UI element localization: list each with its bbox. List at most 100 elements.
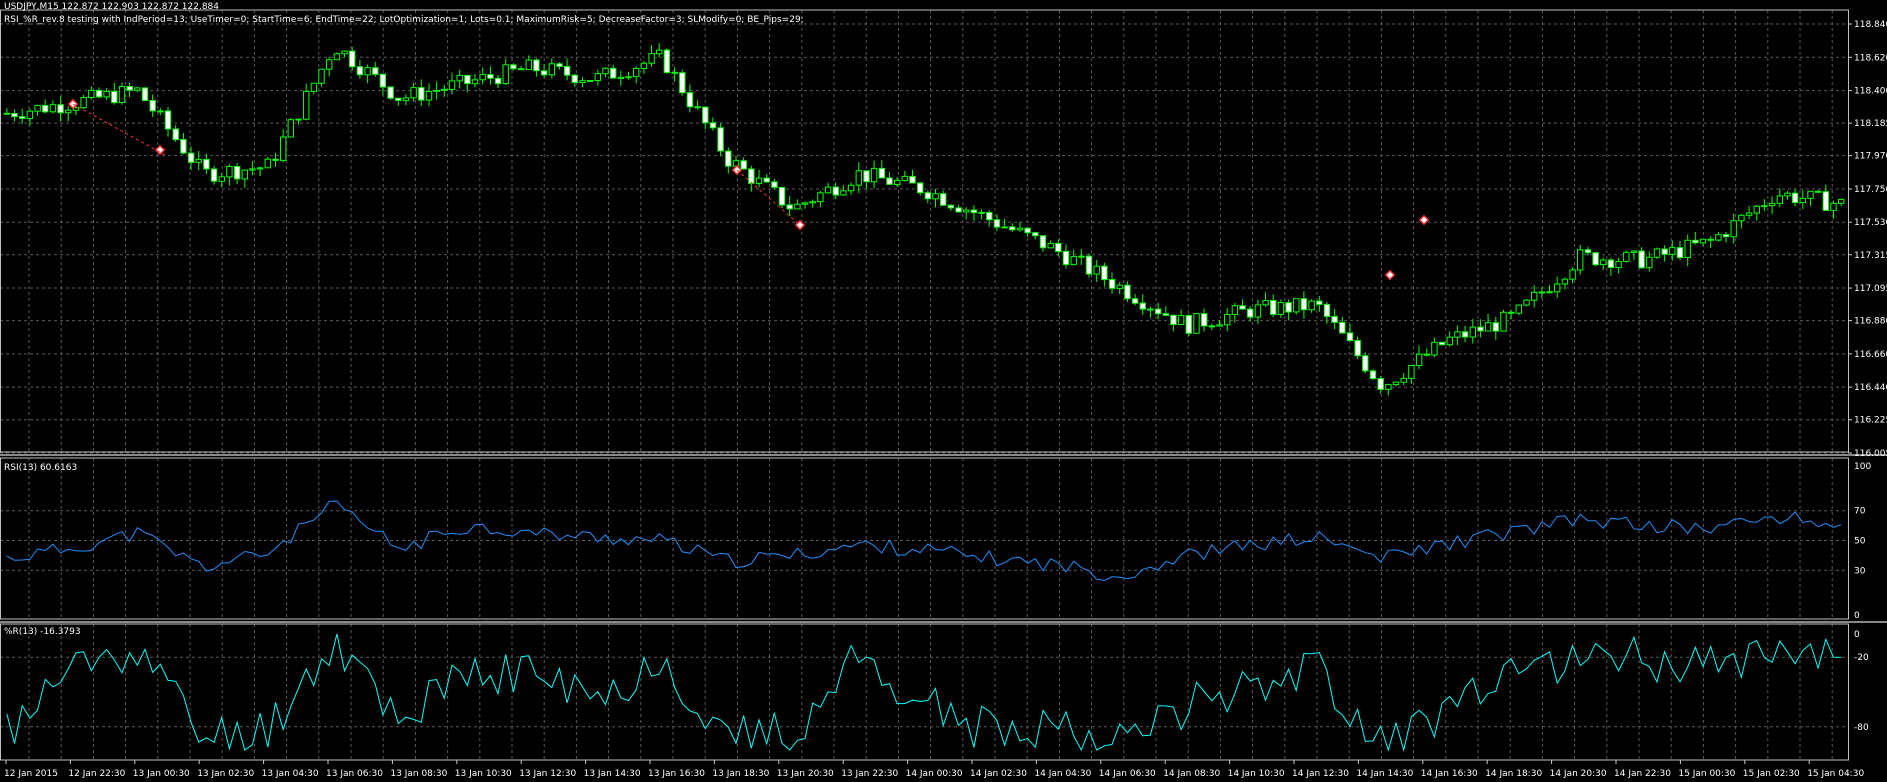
- candle-bullish: [157, 110, 164, 113]
- candle-bullish: [548, 63, 555, 76]
- candle-bullish: [1147, 308, 1154, 311]
- price-tick-label: 118.840: [1854, 20, 1887, 30]
- candle-bullish: [1262, 300, 1269, 306]
- time-axis-label: 13 Jan 02:30: [197, 769, 254, 779]
- candle-bullish: [648, 53, 655, 64]
- candle-bullish: [809, 201, 816, 204]
- candle-bearish: [1722, 234, 1730, 238]
- candle-bullish: [1577, 249, 1584, 271]
- candle-bearish: [141, 87, 149, 102]
- candle-bearish: [679, 72, 686, 94]
- candle-bullish: [963, 209, 970, 213]
- candle-bearish: [1185, 315, 1192, 334]
- candle-bearish: [1247, 308, 1254, 318]
- price-tick-label: 116.660: [1854, 350, 1887, 360]
- candle-bullish: [1484, 322, 1492, 332]
- candle-bullish: [617, 76, 625, 79]
- candle-bullish: [49, 104, 57, 113]
- candle-bearish: [610, 67, 617, 79]
- time-axis-label: 13 Jan 04:30: [262, 769, 319, 779]
- time-axis-label: 15 Jan 02:30: [1743, 769, 1800, 779]
- candle-bullish: [88, 89, 95, 99]
- candle-bearish: [372, 67, 379, 75]
- candle-bullish: [1653, 248, 1661, 258]
- time-axis-label: 14 Jan 00:30: [906, 769, 963, 779]
- candle-bearish: [1638, 250, 1645, 269]
- candle-bullish: [1254, 304, 1262, 318]
- candle-bearish: [1316, 300, 1323, 305]
- time-axis-label: 14 Jan 06:30: [1099, 769, 1156, 779]
- time-axis-label: 12 Jan 2015: [4, 769, 58, 779]
- candle-bullish: [1761, 205, 1768, 208]
- candle-bearish: [395, 97, 402, 101]
- candle-bearish: [356, 66, 364, 76]
- candle-bullish: [471, 79, 479, 85]
- candle-bearish: [571, 74, 578, 83]
- candle-bullish: [1392, 381, 1400, 386]
- time-axis-label: 14 Jan 04:30: [1034, 769, 1091, 779]
- price-tick-label: 117.315: [1854, 251, 1887, 261]
- candle-bearish: [1131, 298, 1139, 304]
- candle-bearish: [510, 64, 517, 70]
- candle-bullish: [633, 67, 640, 78]
- candle-bullish: [1093, 265, 1100, 275]
- candle-bearish: [1461, 331, 1469, 338]
- candle-bearish: [986, 211, 993, 221]
- candle-bullish: [1669, 247, 1676, 255]
- candle-bearish: [210, 168, 218, 182]
- candle-bullish: [1523, 299, 1530, 306]
- candle-bullish: [755, 177, 763, 184]
- candle-bullish: [847, 184, 855, 192]
- candle-bullish: [579, 80, 586, 83]
- candle-bullish: [256, 167, 264, 170]
- candle-bearish: [418, 87, 425, 101]
- candle-bearish: [1377, 378, 1384, 390]
- candle-bearish: [233, 166, 241, 180]
- candle-bullish: [1630, 250, 1638, 253]
- candle-bullish: [1715, 234, 1722, 241]
- candle-bearish: [1339, 321, 1346, 334]
- candle-bullish: [425, 91, 433, 101]
- wpr-panel-label: %R(13) -16.3793: [4, 627, 81, 637]
- time-axis-label: 12 Jan 22:30: [68, 769, 125, 779]
- candle-bearish: [955, 207, 962, 213]
- candle-bullish: [794, 203, 801, 210]
- candle-bearish: [1201, 313, 1208, 327]
- candle-bullish: [901, 175, 908, 181]
- candle-bearish: [1062, 250, 1070, 266]
- candle-bearish: [19, 116, 26, 119]
- candle-bearish: [1477, 326, 1484, 332]
- candle-bullish: [310, 82, 318, 92]
- rsi-tick-label: 0: [1854, 611, 1860, 621]
- candle-bearish: [878, 167, 885, 179]
- wpr-tick-label: 0: [1854, 630, 1860, 640]
- wpr-tick-label: -80: [1854, 723, 1869, 733]
- candle-bearish: [970, 209, 978, 214]
- candle-bullish: [1838, 198, 1845, 204]
- candle-bearish: [709, 122, 717, 129]
- chart-background: [0, 0, 1887, 782]
- time-axis-label: 13 Jan 18:30: [712, 769, 769, 779]
- candle-bearish: [1009, 226, 1016, 231]
- candle-bullish: [1745, 212, 1753, 216]
- candle-bearish: [1346, 332, 1354, 341]
- candle-bearish: [671, 71, 678, 74]
- candle-bullish: [1293, 298, 1300, 313]
- candle-bullish: [1569, 269, 1576, 280]
- candle-bullish: [226, 166, 233, 178]
- candle-bullish: [1776, 195, 1783, 204]
- candle-bullish: [280, 136, 287, 161]
- candle-bullish: [602, 67, 609, 75]
- candle-bearish: [725, 150, 732, 167]
- candle-bullish: [1738, 214, 1745, 222]
- candle-bullish: [1400, 377, 1407, 383]
- candle-bearish: [993, 219, 1001, 228]
- candle-bullish: [1768, 202, 1776, 207]
- chart-canvas[interactable]: 118.840 118.620 118.400 118.185 117.970 117.7…: [0, 0, 1887, 782]
- candle-bullish: [1546, 291, 1553, 294]
- candle-bullish: [1615, 261, 1622, 269]
- candle-bullish: [594, 73, 601, 81]
- candle-bearish: [1170, 314, 1177, 325]
- candle-bullish: [932, 193, 939, 200]
- candle-bearish: [349, 50, 356, 68]
